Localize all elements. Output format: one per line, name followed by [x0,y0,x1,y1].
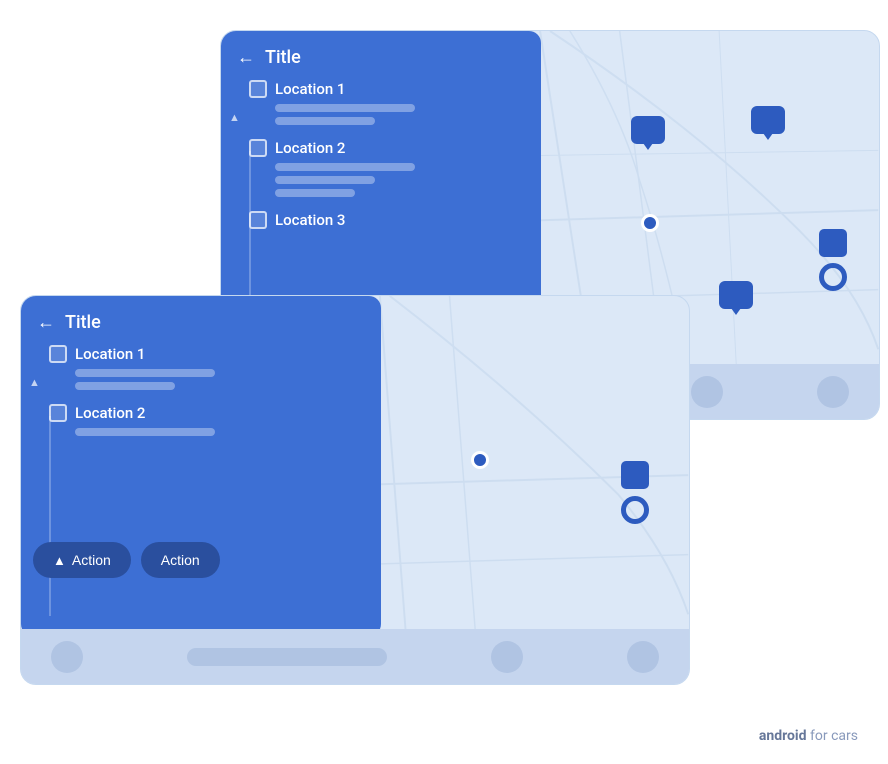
branding: android for cars [759,728,858,744]
map-chat-icon-1 [631,116,665,144]
map-square-icon-1 [819,229,847,257]
action-buttons-container: ▲ Action Action [33,542,220,578]
map-dot-icon-2 [471,451,489,469]
bottom-bar-front [21,629,689,684]
list-item: Location 2 [49,404,369,436]
nav-circle-2[interactable] [691,376,723,408]
map-dot-icon-1 [641,214,659,232]
location-checkbox-3[interactable] [249,211,267,229]
location-name-3: Location 3 [275,211,345,229]
location-checkbox-f2[interactable] [49,404,67,422]
bar [275,176,375,184]
location-checkbox-1[interactable] [249,80,267,98]
list-item: Location 1 [49,345,369,390]
action-button-1[interactable]: ▲ Action [33,542,131,578]
list-item: Location 2 [249,139,529,197]
action-button-2[interactable]: Action [141,542,220,578]
location-checkbox-f1[interactable] [49,345,67,363]
map-chat-icon-2 [751,106,785,134]
branding-bold: android [759,728,807,744]
chevron-up-icon[interactable]: ▲ [229,111,240,124]
nav-circle-f2[interactable] [491,641,523,673]
bar [275,117,375,125]
bar [275,163,415,171]
map-ring-icon-2 [621,496,649,524]
bar [75,369,215,377]
chevron-up-front-icon[interactable]: ▲ [29,376,40,389]
branding-rest: for cars [807,728,858,744]
bar [275,104,415,112]
location-checkbox-2[interactable] [249,139,267,157]
location-name-1: Location 1 [275,80,345,98]
location-name-f2: Location 2 [75,404,145,422]
divider-line-front [49,416,51,616]
back-arrow-front-icon[interactable]: ← [37,312,55,333]
navigation-icon: ▲ [53,553,66,568]
list-item: Location 1 [249,80,529,125]
nav-circle-f1[interactable] [51,641,83,673]
nav-circle-f3[interactable] [627,641,659,673]
location-name-2: Location 2 [275,139,345,157]
panel-front: ← Title ▲ Location 1 [21,296,381,636]
panel-back-title: Title [265,47,301,68]
action-button-1-label: Action [72,552,111,568]
bar [75,428,215,436]
location-name-f1: Location 1 [75,345,145,363]
bar [275,189,355,197]
panel-front-title: Title [65,312,101,333]
map-chat-icon-3 [719,281,753,309]
action-button-2-label: Action [161,552,200,568]
nav-circle-3[interactable] [817,376,849,408]
nav-pill-f1[interactable] [187,648,387,666]
map-ring-icon-1 [819,263,847,291]
map-square-icon-2 [621,461,649,489]
bar [75,382,175,390]
card-front: ← Title ▲ Location 1 [20,295,690,685]
back-arrow-icon[interactable]: ← [237,47,255,68]
list-item: Location 3 [249,211,529,229]
